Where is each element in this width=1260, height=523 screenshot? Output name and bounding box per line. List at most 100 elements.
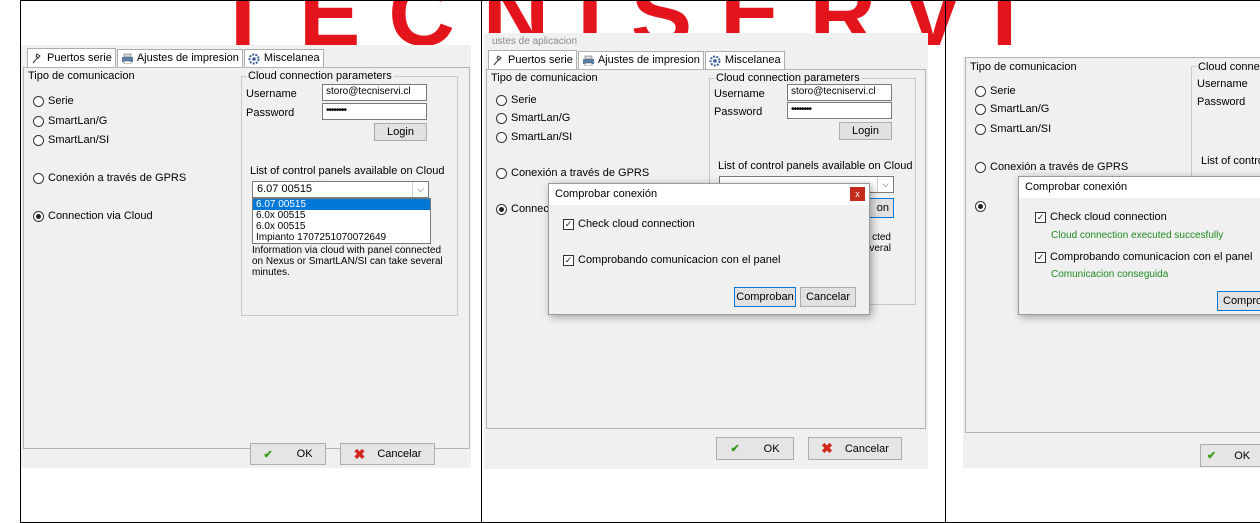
radio-label: Conexión a través de GPRS: [48, 172, 187, 184]
tab-print-settings[interactable]: Ajustes de impresion: [577, 51, 704, 69]
username-field[interactable]: storo@tecniservi.cl: [787, 84, 892, 101]
radio-serie[interactable]: Serie: [496, 94, 537, 106]
dialog-title: Comprobar conexión: [1019, 177, 1260, 198]
radio-label: Serie: [511, 94, 537, 106]
cloud-connection-status: Cloud connection executed succesfully: [1051, 230, 1224, 241]
cancel-button[interactable]: ✖ Cancelar: [340, 443, 435, 465]
username-field[interactable]: storo@tecniservi.cl: [322, 84, 427, 101]
checkbox-checked[interactable]: ✓: [1035, 251, 1046, 263]
tab-label: Ajustes de impresion: [597, 54, 700, 66]
ok-button[interactable]: ✔ OK: [250, 443, 326, 465]
radio-button[interactable]: [496, 167, 507, 179]
radio-button[interactable]: [975, 123, 986, 135]
radio-label: SmartLan/G: [990, 103, 1050, 115]
dropdown-item[interactable]: 6.07 00515: [253, 199, 430, 210]
settings-window: Puertos serie Ajustes de impresion Misce…: [21, 45, 471, 468]
radio-button-selected[interactable]: [975, 201, 986, 212]
radio-smartlan-g[interactable]: SmartLan/G: [33, 115, 107, 127]
radio-button[interactable]: [975, 103, 986, 115]
radio-cloud[interactable]: Connection via Cloud: [33, 210, 153, 222]
radio-serie[interactable]: Serie: [33, 95, 74, 107]
radio-button[interactable]: [33, 172, 44, 184]
tab-serial-ports[interactable]: Puertos serie: [27, 48, 116, 67]
chevron-down-icon[interactable]: ⌵: [877, 177, 893, 192]
button-label: OK: [763, 442, 780, 455]
screenshot-panel-1: Puertos serie Ajustes de impresion Misce…: [20, 0, 482, 523]
radio-label: Serie: [990, 85, 1016, 97]
dropdown-item[interactable]: 6.0x 00515: [253, 210, 430, 221]
check-panel-communication[interactable]: ✓ Comprobando comunicacion con el panel: [1035, 251, 1252, 263]
tab-print-settings[interactable]: Ajustes de impresion: [116, 49, 243, 67]
tab-bar: Puertos serie Ajustes de impresion Misce…: [488, 50, 786, 69]
login-button[interactable]: Login: [374, 123, 427, 141]
login-button[interactable]: Login: [839, 122, 892, 140]
checkbox-label: Comprobando comunicacion con el panel: [1050, 251, 1253, 263]
radio-smartlan-si[interactable]: SmartLan/SI: [33, 134, 109, 146]
checkbox-checked[interactable]: ✓: [563, 254, 574, 266]
radio-button[interactable]: [496, 112, 507, 124]
check-button[interactable]: Comproban: [734, 287, 796, 307]
radio-smartlan-g[interactable]: SmartLan/G: [975, 103, 1049, 115]
radio-label: SmartLan/SI: [48, 134, 110, 146]
radio-gprs[interactable]: Conexión a través de GPRS: [975, 161, 1128, 173]
check-cloud-connection[interactable]: ✓ Check cloud connection: [563, 218, 695, 230]
panels-combobox[interactable]: 6.07 00515 ⌵: [252, 181, 429, 198]
radio-label: SmartLan/SI: [990, 123, 1052, 135]
password-field[interactable]: ••••••••: [322, 103, 427, 120]
button-label: OK: [296, 448, 313, 460]
tab-misc[interactable]: Miscelanea: [243, 49, 324, 67]
tab-label: Puertos serie: [47, 51, 112, 64]
cloud-note: Information via cloud with panel connect…: [252, 245, 443, 278]
combobox-value: 6.07 00515: [257, 183, 313, 195]
checkbox-label: Check cloud connection: [578, 218, 695, 230]
radio-button[interactable]: [33, 134, 44, 146]
check-cloud-connection[interactable]: ✓ Check cloud connection: [1035, 211, 1167, 223]
check-button[interactable]: Comprob: [1217, 291, 1260, 311]
tab-serial-ports[interactable]: Puertos serie: [488, 50, 577, 69]
radio-button[interactable]: [33, 95, 44, 107]
checkbox-checked[interactable]: ✓: [563, 218, 574, 230]
wrench-icon: [31, 52, 44, 64]
radio-button-selected[interactable]: [496, 203, 507, 215]
radio-button[interactable]: [975, 161, 986, 173]
radio-button-selected[interactable]: [33, 210, 44, 222]
radio-gprs[interactable]: Conexión a través de GPRS: [496, 167, 649, 179]
chevron-down-icon[interactable]: ⌵: [412, 182, 428, 197]
tab-label: Puertos serie: [508, 53, 573, 66]
password-field[interactable]: ••••••••: [787, 102, 892, 119]
settings-window: Tipo de comunicacion Serie SmartLan/G Sm…: [963, 57, 1260, 468]
tab-misc[interactable]: Miscelanea: [704, 51, 785, 69]
radio-gprs[interactable]: Conexión a través de GPRS: [33, 172, 186, 184]
window-title: ustes de aplicacion: [492, 36, 578, 47]
checkbox-checked[interactable]: ✓: [1035, 211, 1046, 223]
cloud-params-title: Cloud connection parameters: [714, 72, 862, 84]
checkmark-icon: ✔: [1207, 450, 1217, 462]
ok-button[interactable]: ✔ OK: [1200, 444, 1260, 467]
radio-button[interactable]: [496, 131, 507, 143]
checkmark-icon: ✔: [263, 448, 273, 461]
close-icon[interactable]: x: [850, 187, 865, 201]
note-line: Information via cloud with panel connect…: [252, 245, 442, 256]
check-panel-communication[interactable]: ✓ Comprobando comunicacion con el panel: [563, 254, 780, 266]
cross-icon: ✖: [353, 445, 366, 462]
radio-button[interactable]: [496, 94, 507, 106]
password-label: Password: [1197, 96, 1246, 108]
tab-label: Miscelanea: [263, 52, 320, 64]
radio-button[interactable]: [975, 85, 986, 97]
tab-bar: Puertos serie Ajustes de impresion Misce…: [27, 48, 325, 67]
radio-button[interactable]: [33, 115, 44, 127]
checkbox-label: Check cloud connection: [1050, 211, 1167, 223]
ok-button[interactable]: ✔ OK: [716, 437, 794, 460]
password-label: Password: [246, 107, 295, 119]
dialog-cancel-button[interactable]: Cancelar: [800, 287, 856, 307]
radio-smartlan-si[interactable]: SmartLan/SI: [496, 131, 572, 143]
dropdown-item[interactable]: 6.0x 00515: [253, 221, 430, 232]
radio-smartlan-g[interactable]: SmartLan/G: [496, 112, 570, 124]
comm-type-title: Tipo de comunicacion: [491, 72, 598, 84]
cancel-button[interactable]: ✖ Cancelar: [808, 437, 902, 460]
radio-cloud[interactable]: [975, 201, 990, 212]
panels-list-label: List of control panels available on Clou…: [250, 165, 445, 177]
radio-serie[interactable]: Serie: [975, 85, 1016, 97]
dropdown-item[interactable]: Impianto 1707251070072649: [253, 232, 430, 243]
radio-smartlan-si[interactable]: SmartLan/SI: [975, 123, 1051, 135]
